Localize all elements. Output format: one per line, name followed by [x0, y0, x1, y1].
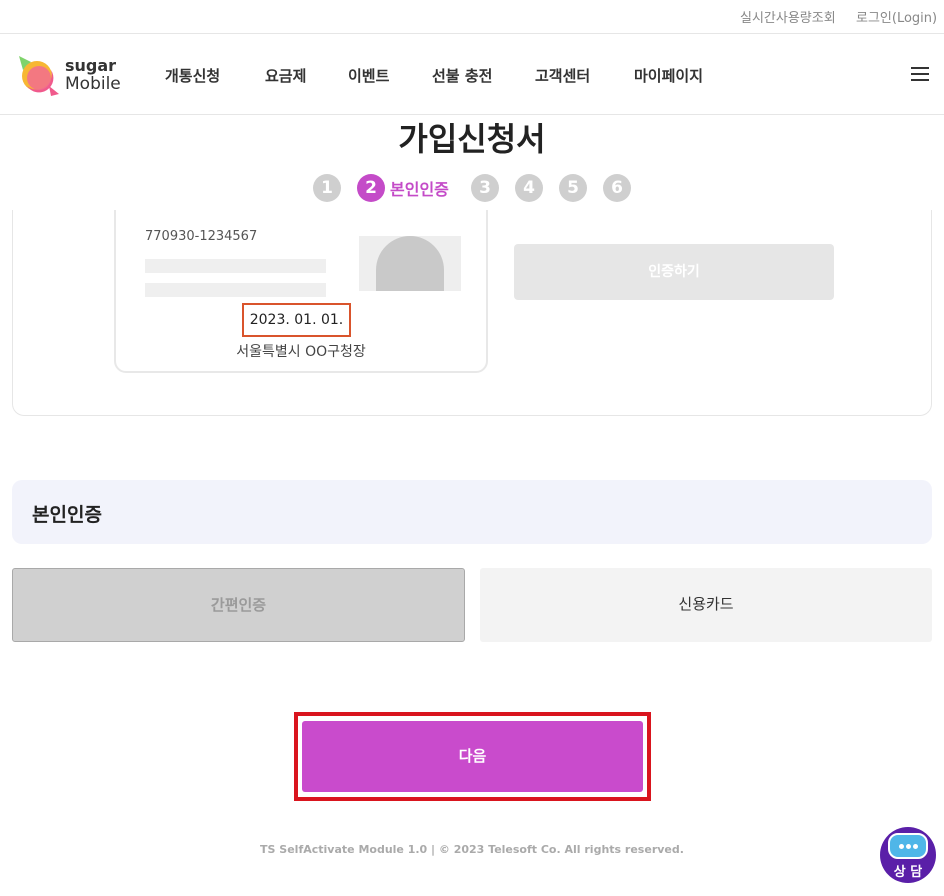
- logo-line-sugar: sugar: [65, 56, 117, 75]
- step-2-active: 2: [357, 174, 385, 202]
- step-indicator: 1 2 본인인증 3 4 5 6: [0, 174, 944, 202]
- hamburger-icon[interactable]: [911, 67, 929, 82]
- verify-button[interactable]: 인증하기: [514, 244, 834, 300]
- id-card-issue-date: 2023. 01. 01.: [242, 303, 351, 337]
- sugar-mobile-logo[interactable]: sugar Mobile: [13, 52, 128, 100]
- id-photo-placeholder: [359, 236, 461, 291]
- person-silhouette-icon: [376, 236, 444, 291]
- step-5: 5: [559, 174, 587, 202]
- credit-card-auth-button[interactable]: 신용카드: [480, 568, 932, 642]
- active-step-label: 본인인증: [390, 180, 449, 199]
- next-button-highlight: 다음: [294, 712, 651, 801]
- step-1: 1: [313, 174, 341, 202]
- chat-label: 상 담: [893, 865, 923, 880]
- simple-auth-button[interactable]: 간편인증: [12, 568, 465, 642]
- nav-item-prepaid-charge[interactable]: 선불 충전: [432, 65, 492, 86]
- usage-lookup-link[interactable]: 실시간사용량조회: [740, 7, 836, 26]
- chat-consult-button[interactable]: 상 담: [880, 827, 936, 883]
- footer-copyright: TS SelfActivate Module 1.0 | © 2023 Tele…: [260, 843, 684, 856]
- next-button[interactable]: 다음: [302, 721, 643, 792]
- chat-bubble-icon: [888, 833, 928, 859]
- id-verification-panel: 770930-1234567 2023. 01. 01. 서울특별시 OO구청장…: [12, 210, 932, 416]
- step-6: 6: [603, 174, 631, 202]
- nav-item-mypage[interactable]: 마이페이지: [634, 65, 703, 86]
- step-3: 3: [471, 174, 499, 202]
- nav-item-customer-center[interactable]: 고객센터: [535, 65, 590, 86]
- logo-wordmark: sugar Mobile: [65, 56, 121, 94]
- utility-bar: 실시간사용량조회 로그인(Login): [0, 0, 944, 34]
- candy-logo-icon: [19, 56, 59, 96]
- step-4: 4: [515, 174, 543, 202]
- verification-section-header: 본인인증: [12, 480, 932, 544]
- login-link[interactable]: 로그인(Login): [856, 7, 937, 26]
- section-title: 본인인증: [32, 504, 102, 526]
- id-card-issuer: 서울특별시 OO구청장: [236, 344, 366, 360]
- nav-item-plans[interactable]: 요금제: [265, 65, 306, 86]
- id-card-illustration: 770930-1234567 2023. 01. 01. 서울특별시 OO구청장: [114, 210, 488, 373]
- header: sugar Mobile 개통신청 요금제 이벤트 선불 충전 고객센터 마이페…: [0, 34, 944, 115]
- logo-line-mobile: Mobile: [65, 74, 121, 94]
- nav-item-events[interactable]: 이벤트: [348, 65, 389, 86]
- id-card-number: 770930-1234567: [145, 229, 258, 244]
- id-card-placeholder-line: [145, 283, 326, 297]
- nav-item-activation[interactable]: 개통신청: [165, 65, 220, 86]
- id-card-placeholder-line: [145, 259, 326, 273]
- page-title: 가입신청서: [398, 120, 546, 158]
